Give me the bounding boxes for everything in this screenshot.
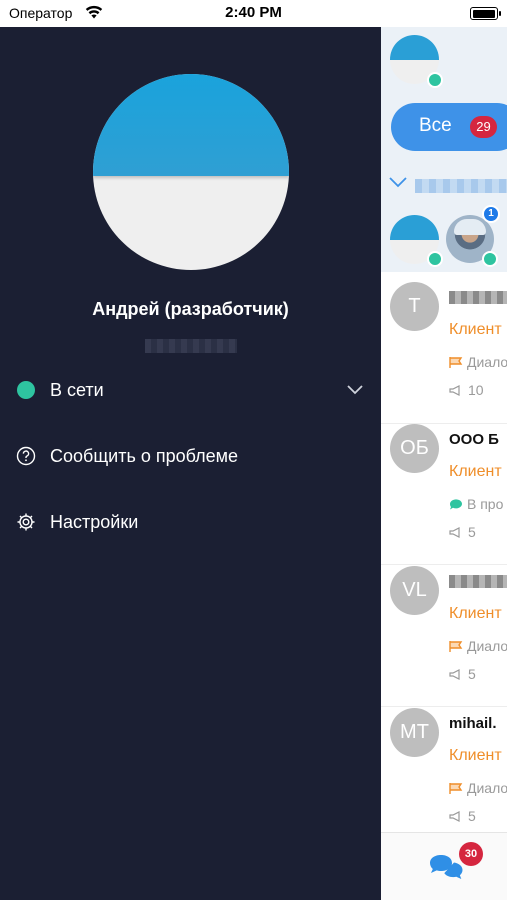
flag-icon: [449, 783, 463, 794]
conversation-meta: 5: [449, 524, 476, 540]
chat-list-panel: Все 29 1 T Клиент Диало 10 ОБ ООО Б Клие…: [381, 27, 507, 900]
conversation-item[interactable]: MT mihail. Клиент Диало 5: [381, 698, 507, 840]
filter-all-button[interactable]: Все 29: [391, 103, 507, 151]
battery-icon: [470, 7, 501, 20]
chevron-down-icon[interactable]: [389, 175, 407, 193]
conversation-meta: 10: [449, 382, 484, 398]
filter-count-badge: 29: [470, 116, 497, 138]
filter-all-label: Все: [419, 115, 452, 136]
avatar: VL: [390, 566, 439, 615]
gear-icon: [15, 512, 36, 533]
report-problem-label: Сообщить о проблеме: [50, 445, 238, 466]
flag-icon: [449, 357, 463, 368]
conversation-status: Диало: [449, 780, 507, 796]
status-text: В про: [467, 496, 504, 512]
flag-icon: [449, 641, 463, 652]
conversation-status: Диало: [449, 354, 507, 370]
avatar: T: [390, 282, 439, 331]
profile-avatar[interactable]: [93, 74, 289, 270]
conversation-meta: 5: [449, 666, 476, 682]
conversation-item[interactable]: ОБ ООО Б Клиент В про 5: [381, 414, 507, 556]
report-problem-item[interactable]: Сообщить о проблеме: [0, 436, 381, 476]
conversation-title: mihail.: [449, 715, 497, 732]
unread-total-badge: 30: [459, 842, 483, 866]
client-label: Клиент: [449, 463, 502, 480]
client-label: Клиент: [449, 747, 502, 764]
chat-bubble-icon: [449, 499, 462, 510]
clock: 2:40 PM: [225, 4, 282, 21]
navigation-drawer: Андрей (разработчик) В сети Сообщить о п…: [0, 27, 381, 900]
views-count: 5: [468, 808, 476, 824]
online-status-icon: [15, 380, 36, 401]
online-indicator: [427, 251, 443, 267]
conversation-title-blurred: [449, 575, 507, 588]
megaphone-icon: [449, 811, 460, 822]
profile-name: Андрей (разработчик): [92, 299, 289, 319]
status-text: Диало: [467, 780, 507, 796]
online-indicator: [427, 72, 443, 88]
views-count: 5: [468, 666, 476, 682]
conversation-status: Диало: [449, 638, 507, 654]
views-count: 5: [468, 524, 476, 540]
bottom-tab-bar: 30: [381, 832, 507, 900]
conversation-meta: 5: [449, 808, 476, 824]
settings-label: Настройки: [50, 511, 139, 532]
conversation-item[interactable]: T Клиент Диало 10: [381, 272, 507, 414]
avatar: ОБ: [390, 424, 439, 473]
conversation-title: ООО Б: [449, 431, 499, 448]
conversation-item[interactable]: VL Клиент Диало 5: [381, 556, 507, 698]
megaphone-icon: [449, 527, 460, 538]
views-count: 10: [468, 382, 484, 398]
online-indicator: [482, 251, 498, 267]
avatar: MT: [390, 708, 439, 757]
status-label: В сети: [50, 379, 104, 400]
help-circle-icon: [15, 446, 36, 467]
chevron-down-icon: [347, 382, 363, 400]
status-text: Диало: [467, 638, 507, 654]
client-label: Клиент: [449, 605, 502, 622]
client-label: Клиент: [449, 321, 502, 338]
megaphone-icon: [449, 669, 460, 680]
status-bar: Оператор 2:40 PM: [0, 0, 507, 27]
unread-badge: 1: [482, 205, 500, 223]
settings-item[interactable]: Настройки: [0, 502, 381, 542]
megaphone-icon: [449, 385, 460, 396]
group-title-blurred: [415, 179, 507, 193]
conversation-status: В про: [449, 496, 503, 512]
conversation-title-blurred: [449, 291, 507, 304]
profile-subtitle-blurred: [145, 339, 237, 353]
status-text: Диало: [467, 354, 507, 370]
status-selector[interactable]: В сети: [0, 370, 381, 410]
